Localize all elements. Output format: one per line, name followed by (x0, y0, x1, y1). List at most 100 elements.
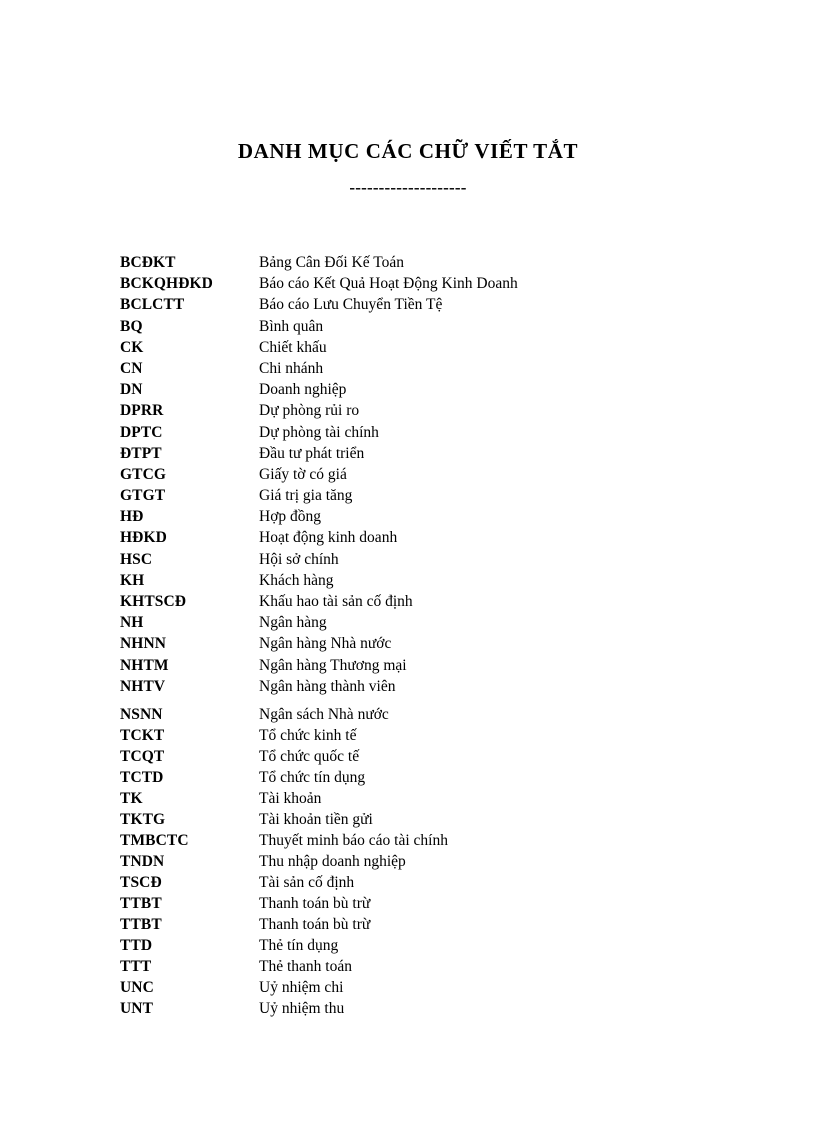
abbreviation-definition: Tài khoản (259, 789, 322, 807)
abbreviation-row: NHTM Ngân hàng Thương mại (120, 655, 720, 676)
abbreviation-row: BCKQHĐKD Báo cáo Kết Quả Hoạt Động Kinh D… (120, 273, 720, 294)
abbreviation-list: BCĐKT Bảng Cân Đối Kế Toán BCKQHĐKD Báo cáo… (120, 252, 720, 1019)
abbreviation-definition: Thuyết minh báo cáo tài chính (259, 831, 448, 849)
abbreviation-key: TCKT (120, 726, 165, 744)
abbreviation-key: DPTC (120, 423, 163, 441)
abbreviation-definition: Tài khoản tiền gửi (259, 810, 373, 828)
abbreviation-key: HĐKD (120, 529, 167, 547)
abbreviation-row: ĐTPT Đầu tư phát triển (120, 443, 720, 464)
abbreviation-key: NHTV (120, 677, 166, 695)
abbreviation-key: TTBT (120, 915, 162, 933)
abbreviation-row: DN Doanh nghiệp (120, 379, 720, 400)
abbreviation-row: TTT Thẻ thanh toán (120, 956, 720, 977)
abbreviation-definition: Báo cáo Lưu Chuyển Tiền Tệ (259, 296, 443, 314)
abbreviation-row: CN Chi nhánh (120, 358, 720, 379)
abbreviation-definition: Ngân hàng Thương mại (259, 656, 407, 674)
abbreviation-key: CN (120, 359, 143, 377)
abbreviation-row: TCQT Tổ chức quốc tế (120, 746, 720, 767)
abbreviation-definition: Hội sở chính (259, 550, 339, 568)
abbreviation-definition: Dự phòng tài chính (259, 423, 379, 441)
abbreviation-row: KHTSCĐ Khấu hao tài sản cố định (120, 591, 720, 612)
abbreviation-key: TKTG (120, 810, 166, 828)
abbreviation-key: NSNN (120, 705, 163, 723)
abbreviation-key: NH (120, 614, 144, 632)
abbreviation-key: TCTD (120, 768, 164, 786)
abbreviation-row: TCTD Tổ chức tín dụng (120, 767, 720, 788)
abbreviation-row: NHTV Ngân hàng thành viên (120, 676, 720, 697)
abbreviation-definition: Chiết khấu (259, 338, 327, 356)
abbreviation-row: DPTC Dự phòng tài chính (120, 422, 720, 443)
abbreviation-row: HĐKD Hoạt động kinh doanh (120, 527, 720, 548)
abbreviation-key: HĐ (120, 508, 144, 526)
abbreviation-key: TCQT (120, 747, 165, 765)
abbreviation-definition: Giá trị gia tăng (259, 487, 353, 505)
abbreviation-key: NHTM (120, 656, 169, 674)
abbreviation-definition: Bình quân (259, 317, 324, 335)
abbreviation-definition: Báo cáo Kết Quả Hoạt Động Kinh Doanh (259, 275, 518, 293)
abbreviation-key: UNT (120, 999, 154, 1017)
abbreviation-key: TTD (120, 936, 153, 954)
abbreviation-row: HSC Hội sở chính (120, 549, 720, 570)
abbreviation-row: TNDN Thu nhập doanh nghiệp (120, 851, 720, 872)
abbreviation-definition: Ngân hàng Nhà nước (259, 635, 392, 653)
abbreviation-row: TTBT Thanh toán bù trừ (120, 893, 720, 914)
abbreviation-definition: Ngân hàng thành viên (259, 677, 396, 695)
abbreviation-definition: Hợp đồng (259, 508, 322, 526)
abbreviation-definition: Ngân sách Nhà nước (259, 705, 389, 723)
abbreviation-row: UNC Uỷ nhiệm chi (120, 977, 720, 998)
abbreviation-key: CK (120, 338, 144, 356)
abbreviation-definition: Thanh toán bù trừ (259, 894, 371, 912)
abbreviation-row: NHNN Ngân hàng Nhà nước (120, 633, 720, 654)
abbreviation-definition: Tổ chức tín dụng (259, 768, 366, 786)
abbreviation-row: TMBCTC Thuyết minh báo cáo tài chính (120, 830, 720, 851)
abbreviation-key: BCKQHĐKD (120, 275, 213, 293)
abbreviation-definition: Tổ chức kinh tế (259, 726, 357, 744)
abbreviation-definition: Doanh nghiệp (259, 381, 347, 399)
title-block: DANH MỤC CÁC CHỮ VIẾT TẮT --------------… (0, 138, 816, 197)
abbreviation-definition: Đầu tư phát triển (259, 444, 365, 462)
abbreviation-definition: Tổ chức quốc tế (259, 747, 360, 765)
abbreviation-key: HSC (120, 550, 153, 568)
abbreviation-definition: Tài sản cố định (259, 873, 355, 891)
abbreviation-definition: Khách hàng (259, 571, 334, 589)
abbreviation-key: GTCG (120, 465, 167, 483)
abbreviation-key: BCLCTT (120, 296, 185, 314)
abbreviation-row: TCKT Tổ chức kinh tế (120, 725, 720, 746)
abbreviation-key: TMBCTC (120, 831, 189, 849)
page-title: DANH MỤC CÁC CHỮ VIẾT TẮT (237, 139, 579, 163)
abbreviation-row: NSNN Ngân sách Nhà nước (120, 704, 720, 725)
abbreviation-row: GTCG Giấy tờ có giá (120, 464, 720, 485)
abbreviation-definition: Chi nhánh (259, 359, 324, 377)
abbreviation-row: KH Khách hàng (120, 570, 720, 591)
abbreviation-key: UNC (120, 978, 154, 996)
abbreviation-row: BQ Bình quân (120, 316, 720, 337)
abbreviation-definition: Uỷ nhiệm chi (259, 978, 344, 996)
abbreviation-row: NH Ngân hàng (120, 612, 720, 633)
abbreviation-definition: Thẻ thanh toán (259, 957, 352, 975)
abbreviation-row: BCĐKT Bảng Cân Đối Kế Toán (120, 252, 720, 273)
abbreviation-key: BCĐKT (120, 254, 176, 271)
abbreviation-key: TNDN (120, 852, 165, 870)
abbreviation-key: KHTSCĐ (120, 593, 187, 610)
abbreviation-definition: Dự phòng rủi ro (259, 402, 360, 420)
abbreviation-row: TTBT Thanh toán bù trừ (120, 914, 720, 935)
abbreviation-key: DN (120, 381, 143, 399)
abbreviation-definition: Thanh toán bù trừ (259, 915, 371, 933)
title-separator-rule: -------------------- (349, 178, 467, 197)
abbreviation-key: KH (120, 571, 145, 589)
abbreviation-row: UNT Uỷ nhiệm thu (120, 998, 720, 1019)
abbreviation-row: GTGT Giá trị gia tăng (120, 485, 720, 506)
abbreviation-definition: Khấu hao tài sản cố định (259, 593, 413, 610)
abbreviation-key: GTGT (120, 487, 166, 505)
abbreviation-row: BCLCTT Báo cáo Lưu Chuyển Tiền Tệ (120, 294, 720, 315)
abbreviation-definition: Uỷ nhiệm thu (259, 999, 345, 1017)
abbreviation-key: TTT (120, 957, 152, 975)
abbreviation-row: TSCĐ Tài sản cố định (120, 872, 720, 893)
document-page: DANH MỤC CÁC CHỮ VIẾT TẮT --------------… (0, 0, 816, 1123)
abbreviation-key: DPRR (120, 402, 164, 420)
abbreviation-definition: Hoạt động kinh doanh (259, 529, 398, 547)
abbreviation-key: NHNN (120, 635, 167, 653)
abbreviation-key: TK (120, 789, 143, 807)
abbreviation-key: ĐTPT (120, 444, 162, 462)
abbreviation-key: TTBT (120, 894, 162, 912)
